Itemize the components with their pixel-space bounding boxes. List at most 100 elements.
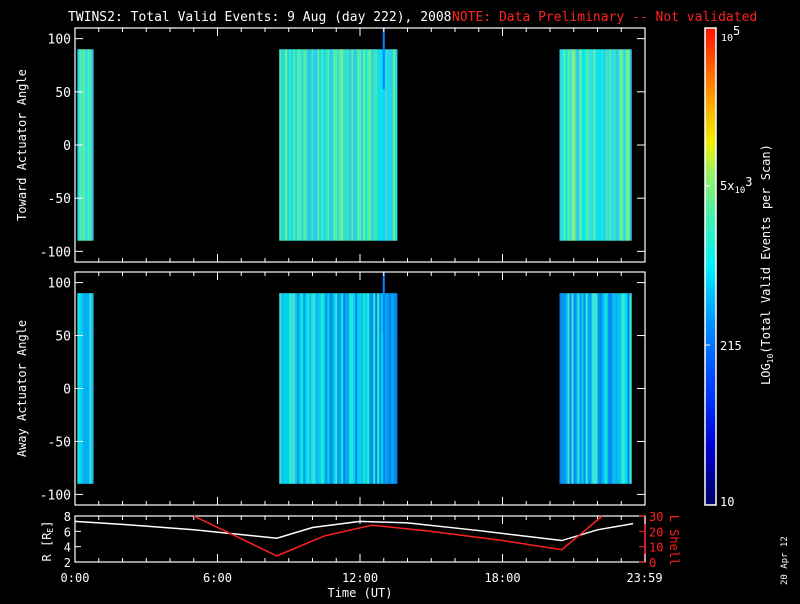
r-axis-label: R [RE]: [40, 521, 55, 562]
data-column: [309, 49, 312, 241]
data-column: [581, 293, 584, 484]
y-tick-label: -100: [40, 488, 71, 503]
x-tick-label: 18:00: [484, 571, 520, 585]
data-column: [561, 293, 564, 484]
x-axis-label: Time (UT): [327, 586, 392, 600]
right-y-tick-label: 30: [649, 510, 663, 524]
data-column: [607, 293, 610, 484]
right-y-tick-label: 0: [649, 556, 656, 570]
data-column: [395, 49, 398, 241]
data-column: [349, 49, 352, 241]
data-column: [279, 293, 282, 484]
x-tick-label: 0:00: [61, 571, 90, 585]
data-column: [593, 293, 596, 484]
colorbar-label: LOG10(Total Valid Events per Scan): [759, 144, 775, 385]
data-column: [303, 293, 306, 484]
data-column: [393, 49, 396, 241]
data-column: [283, 49, 286, 241]
data-column: [615, 293, 618, 484]
data-column: [625, 293, 628, 484]
data-column: [359, 49, 362, 241]
data-column: [323, 49, 326, 241]
data-column: [389, 49, 392, 241]
data-column: [285, 293, 288, 484]
y-tick-label: -50: [48, 435, 71, 450]
data-column: [315, 49, 318, 241]
date-stamp: 20 Apr 12: [780, 536, 790, 585]
preliminary-note: NOTE: Data Preliminary -- Not validated: [452, 10, 757, 25]
data-column: [603, 293, 606, 484]
data-column: [385, 49, 388, 241]
data-column: [307, 49, 310, 241]
data-column: [301, 49, 304, 241]
data-column: [611, 293, 614, 484]
data-column: [367, 293, 370, 484]
data-column: [347, 293, 350, 484]
data-column: [295, 293, 298, 484]
data-column: [629, 49, 632, 241]
data-column: [281, 49, 284, 241]
data-column: [371, 49, 374, 241]
data-column: [309, 293, 312, 484]
data-column: [297, 49, 300, 241]
data-column: [299, 293, 302, 484]
y-tick-label: 0: [63, 383, 71, 398]
colorbar-tick-5e3: 5x103: [720, 175, 753, 196]
data-column: [329, 49, 332, 241]
data-column: [365, 293, 368, 484]
left-y-tick-label: 8: [64, 510, 71, 524]
data-column: [341, 49, 344, 241]
orbit-panel: 86 42 3020 100 R [RE] L Shell 0:00 6:00 12:00 18:…: [40, 510, 681, 600]
data-column: [609, 293, 612, 484]
y-tick-label: 50: [55, 330, 71, 345]
data-column: [575, 293, 578, 484]
colorbar: 105 5x103 215 10 LOG10(Total Valid Event…: [704, 24, 775, 509]
data-column: [579, 293, 582, 484]
data-column: [341, 293, 344, 484]
data-column: [371, 293, 374, 484]
data-column: [583, 293, 586, 484]
data-column: [325, 49, 328, 241]
data-column: [599, 49, 602, 241]
data-column: [281, 293, 284, 484]
data-column: [287, 293, 290, 484]
data-column: [583, 49, 586, 241]
data-column: [327, 49, 330, 241]
data-column: [623, 293, 626, 484]
right-y-tick-label: 20: [649, 525, 663, 539]
toward-angle-panel: 100 50 0 -50 -100 Toward Actuator Angle: [15, 27, 646, 263]
data-column: [331, 293, 334, 484]
data-column: [91, 293, 94, 484]
data-column: [589, 293, 592, 484]
data-column: [347, 49, 350, 241]
data-column: [339, 293, 342, 484]
data-column: [375, 293, 378, 484]
data-column: [363, 49, 366, 241]
data-column: [333, 293, 336, 484]
data-column: [601, 293, 604, 484]
data-column: [345, 293, 348, 484]
data-column: [365, 49, 368, 241]
data-column: [585, 49, 588, 241]
y-tick-label: 0: [63, 139, 71, 154]
data-column: [601, 49, 604, 241]
data-column: [331, 49, 334, 241]
data-column: [391, 49, 394, 241]
data-column: [327, 293, 330, 484]
data-column: [319, 49, 322, 241]
data-column: [607, 49, 610, 241]
y-tick-label: 100: [48, 277, 71, 292]
data-column: [579, 49, 582, 241]
data-column: [335, 293, 338, 484]
data-column: [291, 293, 294, 484]
data-column: [359, 293, 362, 484]
data-column: [305, 293, 308, 484]
data-column: [605, 49, 608, 241]
data-column: [289, 293, 292, 484]
data-column: [627, 293, 630, 484]
data-column: [313, 293, 316, 484]
twins-plot: TWINS2: Total Valid Events: 9 Aug (day 2…: [15, 10, 790, 600]
data-column: [311, 293, 314, 484]
data-column: [591, 49, 594, 241]
data-column: [577, 293, 580, 484]
